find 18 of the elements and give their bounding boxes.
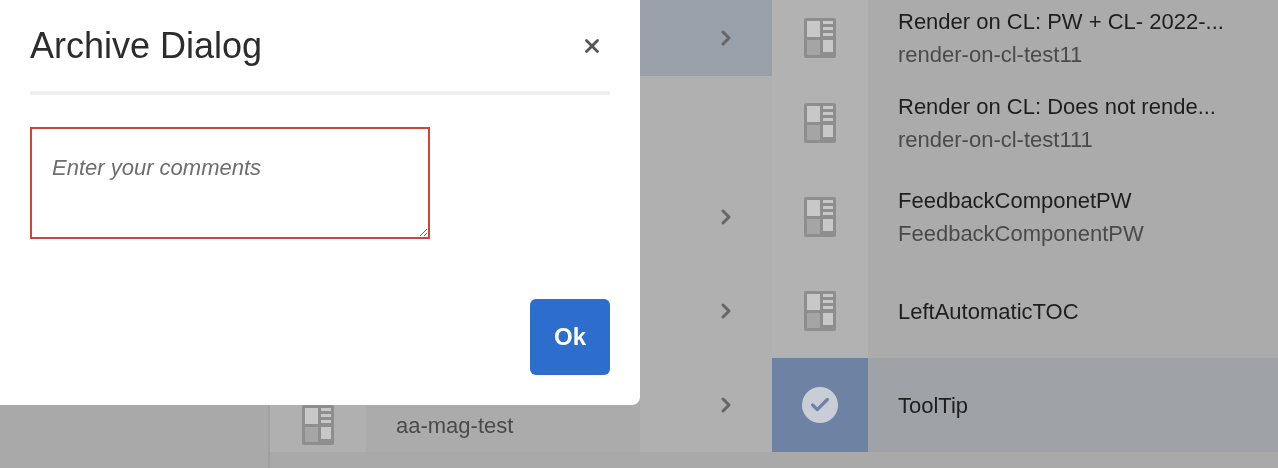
page-layout-icon (301, 404, 335, 446)
item-subtitle: render-on-cl-test111 (898, 126, 1094, 154)
item-subtitle: aa-mag-test (396, 412, 514, 440)
item-subtitle: FeedbackComponentPW (898, 220, 1145, 248)
dialog-title: Archive Dialog (30, 23, 263, 68)
page-layout-icon (803, 17, 837, 59)
item-title: FeedbackComponetPW (898, 187, 1133, 215)
item-subtitle: render-on-cl-test11 (898, 41, 1084, 69)
ok-button[interactable]: Ok (530, 299, 610, 375)
comment-field[interactable]: Enter your comments (30, 127, 430, 239)
list-row[interactable]: ToolTip (772, 358, 1278, 452)
item-title: Render on CL: PW + CL- 2022-... (898, 8, 1225, 36)
item-title: Render on CL: Does not rende... (898, 93, 1217, 121)
page-layout-icon (803, 102, 837, 144)
item-title: LeftAutomaticTOC (898, 297, 1080, 326)
page-layout-icon (803, 196, 837, 238)
item-title: ToolTip (898, 391, 970, 420)
page-layout-icon (803, 290, 837, 332)
